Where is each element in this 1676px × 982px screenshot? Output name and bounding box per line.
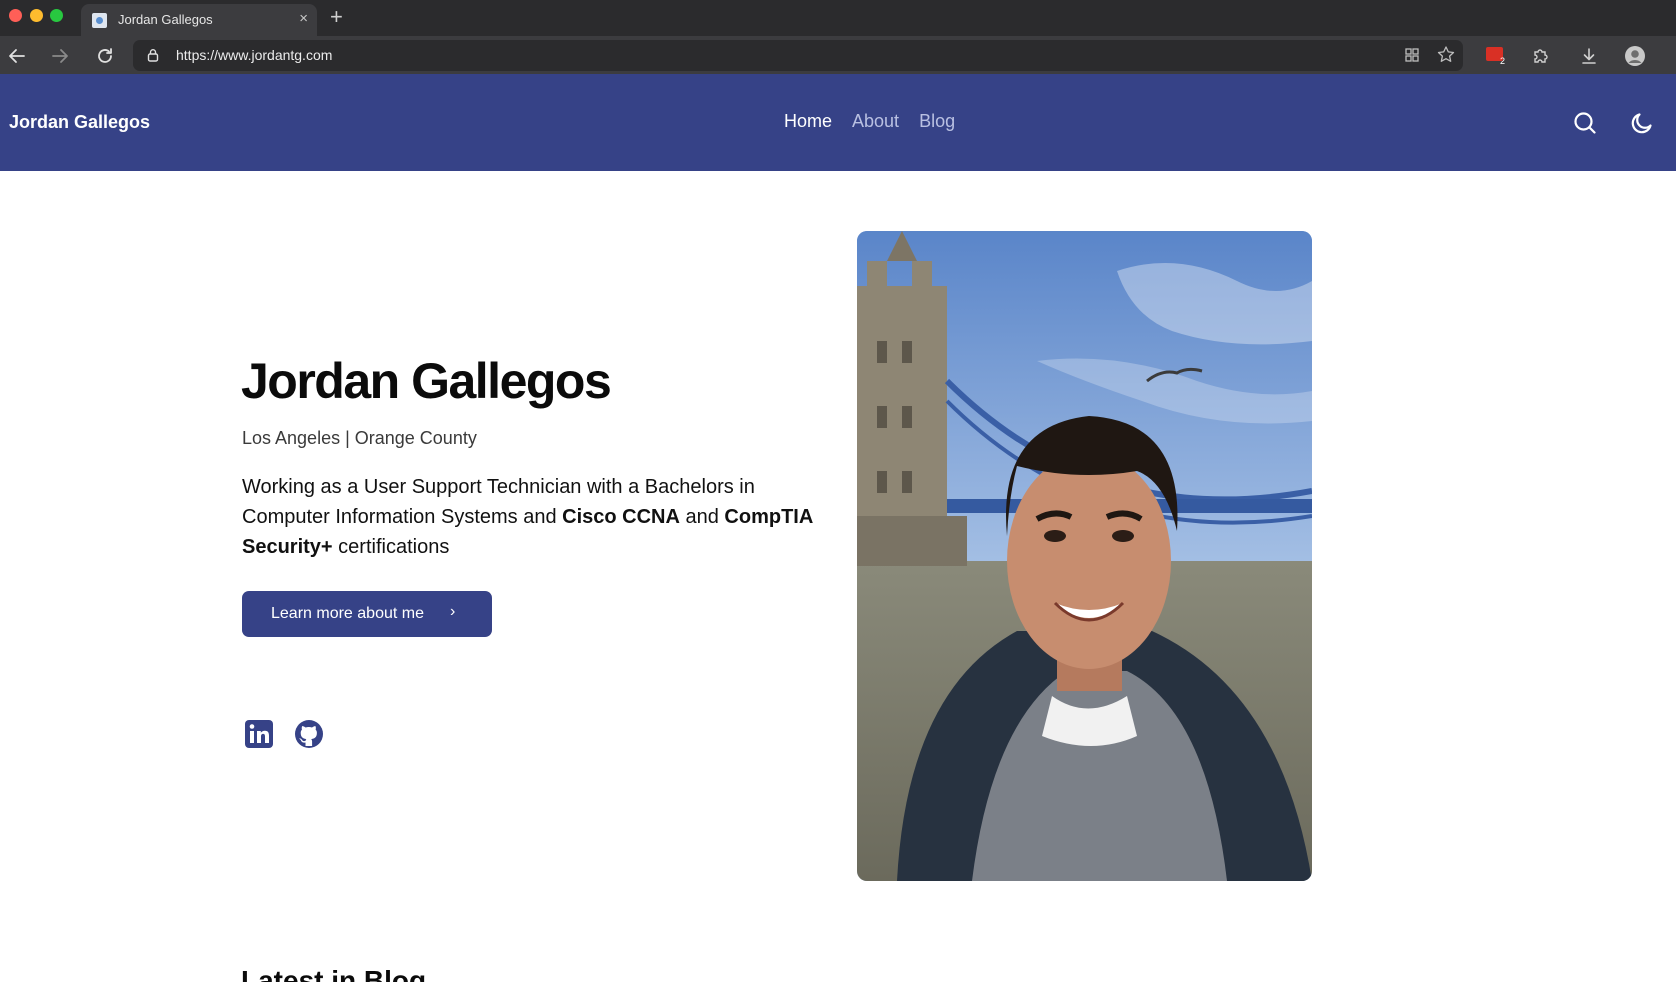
moon-icon[interactable] xyxy=(1629,110,1655,136)
nav-home-link[interactable]: Home xyxy=(784,111,832,132)
browser-toolbar: https://www.jordantg.com 2 xyxy=(0,36,1676,74)
reload-icon[interactable] xyxy=(94,45,116,67)
learn-more-button[interactable]: Learn more about me › xyxy=(242,591,492,637)
linkedin-icon[interactable] xyxy=(244,719,274,749)
extensions-puzzle-icon[interactable] xyxy=(1529,45,1551,67)
hero-description-text: and xyxy=(679,506,725,528)
nav-about-link[interactable]: About xyxy=(852,111,899,132)
chevron-right-icon: › xyxy=(450,603,456,620)
browser-tab[interactable]: Jordan Gallegos × xyxy=(81,4,317,36)
extension-badge-count: 2 xyxy=(1500,56,1506,66)
tab-title: Jordan Gallegos xyxy=(118,12,213,27)
profile-avatar-icon[interactable] xyxy=(1624,45,1646,67)
favorite-star-icon[interactable] xyxy=(1435,44,1457,66)
hero-description-bold: Cisco CCNA xyxy=(562,506,680,528)
app-available-icon[interactable] xyxy=(1401,44,1423,66)
latest-blog-heading: Latest in Blog xyxy=(241,965,427,982)
main-nav: Home About Blog xyxy=(784,111,955,132)
site-brand-link[interactable]: Jordan Gallegos xyxy=(9,112,150,133)
new-tab-button[interactable]: + xyxy=(330,5,343,29)
portrait-photo xyxy=(857,231,1312,881)
browser-tab-bar: Jordan Gallegos × + xyxy=(0,0,1676,36)
forward-icon[interactable] xyxy=(49,45,71,67)
nav-blog-link[interactable]: Blog xyxy=(919,111,955,132)
site-header: Jordan Gallegos Home About Blog xyxy=(0,74,1676,171)
maximize-window-button[interactable] xyxy=(50,9,63,22)
download-icon[interactable] xyxy=(1578,45,1600,67)
hero-location: Los Angeles | Orange County xyxy=(242,428,477,448)
back-icon[interactable] xyxy=(6,45,28,67)
search-icon[interactable] xyxy=(1572,110,1598,136)
minimize-window-button[interactable] xyxy=(30,9,43,22)
learn-more-label: Learn more about me xyxy=(271,605,424,622)
hero-description: Working as a User Support Technician wit… xyxy=(242,472,817,562)
url-text[interactable]: https://www.jordantg.com xyxy=(176,47,332,63)
tab-close-button[interactable]: × xyxy=(299,10,308,27)
hero-description-text: certifications xyxy=(332,536,450,558)
address-bar[interactable]: https://www.jordantg.com xyxy=(133,40,1463,71)
lock-icon xyxy=(146,48,160,62)
github-icon[interactable] xyxy=(294,719,324,749)
favicon-icon xyxy=(92,13,107,28)
hero-title: Jordan Gallegos xyxy=(241,353,612,409)
close-window-button[interactable] xyxy=(9,9,22,22)
